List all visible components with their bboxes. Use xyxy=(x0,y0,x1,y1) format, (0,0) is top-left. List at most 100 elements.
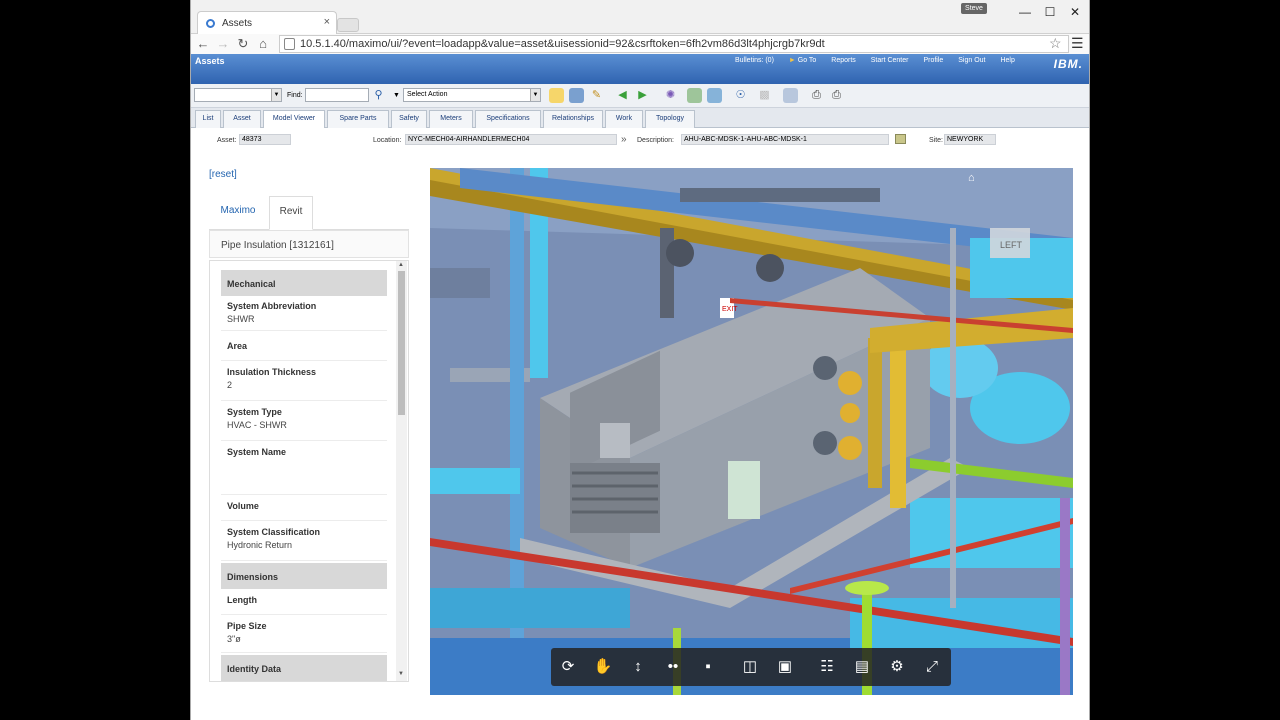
reports-link[interactable]: Reports xyxy=(831,57,856,64)
search-options-chevron-icon[interactable]: ▼ xyxy=(389,88,404,103)
new-record-icon[interactable] xyxy=(549,88,564,103)
next-record-icon[interactable]: ▶ xyxy=(635,88,650,103)
camera-icon[interactable]: ▪ xyxy=(697,656,719,678)
reload-icon[interactable]: ↻ xyxy=(235,35,251,53)
user-badge: Steve xyxy=(961,3,987,14)
section-mechanical[interactable]: Mechanical xyxy=(221,270,387,296)
scrollbar-thumb[interactable] xyxy=(398,271,405,415)
tab-close-icon[interactable]: × xyxy=(324,16,330,28)
go-to-icon: ► xyxy=(788,57,796,64)
asset-field[interactable]: 48373 xyxy=(239,134,291,145)
browser-window: Assets × Steve — ☐ ✕ ← → ↻ ⌂ 10.5.1.40/m… xyxy=(190,0,1090,720)
properties-icon[interactable]: ▤ xyxy=(851,656,873,678)
maximo-header: Assets Bulletins: (0) ► Go To Reports St… xyxy=(191,54,1089,84)
section-cube-icon[interactable]: ▣ xyxy=(774,656,796,678)
property-area: Area xyxy=(221,337,387,361)
long-description-icon[interactable] xyxy=(895,134,906,144)
description-field[interactable]: AHU-ABC-MDSK-1-AHU-ABC-MDSK-1 xyxy=(681,134,889,145)
app-tabs: List Asset Model Viewer Spare Parts Safe… xyxy=(191,108,1089,129)
viewer-home-icon[interactable]: ⌂ xyxy=(968,172,982,184)
assign-icon[interactable]: ✺ xyxy=(663,88,678,103)
asset-label: Asset: xyxy=(217,137,237,144)
tab-safety[interactable]: Safety xyxy=(391,110,427,128)
start-center-link[interactable]: Start Center xyxy=(871,57,909,64)
bookmark-star-icon[interactable]: ☆ xyxy=(1049,35,1062,52)
tab-model-viewer[interactable]: Model Viewer xyxy=(263,110,325,129)
browser-tab-title: Assets xyxy=(222,18,253,29)
model-viewer[interactable]: EXIT LEFT ⌂ ⟳ ✋ ↕ •• ▪ ◫ ▣ ☷ ▤ ⚙ ⤢ xyxy=(430,168,1073,695)
home-icon[interactable]: ⌂ xyxy=(255,35,271,53)
property-pipe-size: Pipe Size 3"ø xyxy=(221,617,387,653)
page-info-icon[interactable] xyxy=(284,38,295,50)
property-scrollbar[interactable]: ▲ ▼ xyxy=(396,261,407,681)
tab-asset[interactable]: Asset xyxy=(223,110,261,128)
bulletins-link[interactable]: Bulletins: (0) xyxy=(735,57,774,64)
close-window-button[interactable]: ✕ xyxy=(1063,2,1087,22)
globe-icon[interactable]: ☉ xyxy=(733,88,748,103)
query-select[interactable]: ▼ xyxy=(194,88,282,102)
property-insulation-thickness: Insulation Thickness 2 xyxy=(221,363,387,401)
print-icon[interactable]: ⎙ xyxy=(809,88,824,103)
orbit-icon[interactable]: ⟳ xyxy=(557,656,579,678)
property-length: Length xyxy=(221,591,387,615)
viewer-toolbar: ⟳ ✋ ↕ •• ▪ ◫ ▣ ☷ ▤ ⚙ ⤢ xyxy=(551,648,951,686)
minimize-button[interactable]: — xyxy=(1013,2,1037,22)
explode-cube-icon[interactable]: ◫ xyxy=(739,656,761,678)
sign-out-link[interactable]: Sign Out xyxy=(958,57,985,64)
view-icon[interactable] xyxy=(783,88,798,103)
site-label: Site: xyxy=(929,137,944,144)
tab-work[interactable]: Work xyxy=(605,110,643,128)
scroll-down-icon[interactable]: ▼ xyxy=(398,671,404,677)
location-detail-icon[interactable]: » xyxy=(621,134,627,145)
asset-fields-row: Asset: 48373 Location: NYC-MECH04-AIRHAN… xyxy=(191,128,1089,154)
url-input[interactable]: 10.5.1.40/maximo/ui/?event=loadapp&value… xyxy=(279,35,1069,53)
settings-gear-icon[interactable]: ⚙ xyxy=(886,656,908,678)
tab-relationships[interactable]: Relationships xyxy=(543,110,603,128)
find-input[interactable] xyxy=(305,88,369,102)
model-3d-scene[interactable]: EXIT LEFT xyxy=(430,168,1073,695)
refresh-record-icon[interactable] xyxy=(707,88,722,103)
site-field[interactable]: NEWYORK xyxy=(944,134,996,145)
tab-topology[interactable]: Topology xyxy=(645,110,695,128)
address-bar: ← → ↻ ⌂ 10.5.1.40/maximo/ui/?event=loada… xyxy=(191,34,1089,54)
section-dimensions[interactable]: Dimensions xyxy=(221,563,387,589)
tab-specifications[interactable]: Specifications xyxy=(475,110,541,128)
model-structure-icon[interactable]: ☷ xyxy=(816,656,838,678)
select-action-dropdown[interactable]: Select Action ▼ xyxy=(403,88,541,102)
tab-maximo[interactable]: Maximo xyxy=(209,196,267,230)
find-label: Find: xyxy=(287,92,303,99)
profile-link[interactable]: Profile xyxy=(923,57,943,64)
walk-footprints-icon[interactable]: •• xyxy=(662,656,684,678)
copy-icon[interactable] xyxy=(687,88,702,103)
new-tab-button[interactable] xyxy=(337,18,359,32)
tab-list[interactable]: List xyxy=(195,110,221,128)
location-label: Location: xyxy=(373,137,402,144)
go-to-link[interactable]: ► Go To xyxy=(789,57,816,64)
location-field[interactable]: NYC-MECH04-AIRHANDLERMECH04 xyxy=(405,134,617,145)
url-text: 10.5.1.40/maximo/ui/?event=loadapp&value… xyxy=(300,38,825,50)
search-icon[interactable]: ⚲ xyxy=(371,88,386,103)
forward-arrow-icon[interactable]: → xyxy=(215,35,231,53)
back-arrow-icon[interactable]: ← xyxy=(195,35,211,53)
tab-spare-parts[interactable]: Spare Parts xyxy=(327,110,389,128)
save-icon[interactable] xyxy=(569,88,584,103)
ibm-logo: IBM. xyxy=(1053,57,1083,71)
scroll-up-icon[interactable]: ▲ xyxy=(398,262,404,268)
tab-revit[interactable]: Revit xyxy=(269,196,313,230)
help-link[interactable]: Help xyxy=(1000,57,1014,64)
section-identity-data[interactable]: Identity Data xyxy=(221,655,387,681)
previous-record-icon[interactable]: ◀ xyxy=(615,88,630,103)
property-volume: Volume xyxy=(221,497,387,521)
pan-hand-icon[interactable]: ✋ xyxy=(592,656,614,678)
browser-tab-assets[interactable]: Assets × xyxy=(197,11,337,34)
fullscreen-icon[interactable]: ⤢ xyxy=(921,656,943,678)
zoom-icon[interactable]: ↕ xyxy=(627,656,649,678)
maximo-toolbar: ▼ Find: ⚲ ▼ Select Action ▼ ✎ ◀ ▶ ✺ ☉ ▩ ⎙… xyxy=(191,84,1089,108)
tab-meters[interactable]: Meters xyxy=(429,110,473,128)
edit-pencil-icon[interactable]: ✎ xyxy=(589,88,604,103)
maximize-button[interactable]: ☐ xyxy=(1038,2,1062,22)
print-preview-icon[interactable]: ⎙ xyxy=(829,88,844,103)
browser-menu-icon[interactable]: ☰ xyxy=(1071,35,1084,52)
reset-link[interactable]: [reset] xyxy=(209,169,237,180)
property-list: Mechanical System Abbreviation SHWR Area… xyxy=(209,260,409,682)
